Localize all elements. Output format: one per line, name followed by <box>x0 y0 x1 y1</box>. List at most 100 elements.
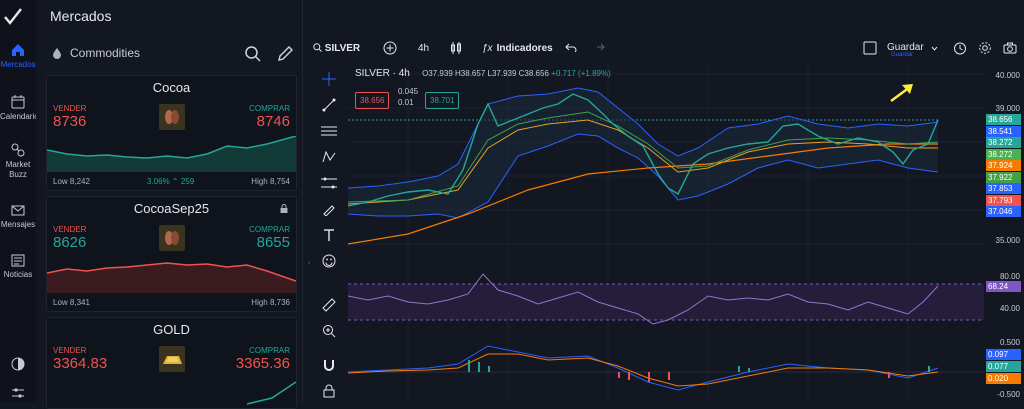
ruler-tool[interactable] <box>315 292 343 318</box>
crosshair-icon <box>322 72 336 86</box>
price-axis[interactable]: 40.000 39.000 35.000 38.656 38.541 38.272 3… <box>984 64 1024 402</box>
buy-price-button[interactable]: 38.701 <box>425 92 460 109</box>
price-tag: 37.853 <box>986 183 1021 194</box>
panel-title: Mercados <box>50 8 112 24</box>
cocoa-bean-icon <box>159 225 185 251</box>
low-value: L37.939 <box>487 69 517 78</box>
card-name: GOLD <box>153 322 190 337</box>
sparkline <box>47 262 296 293</box>
sell-button[interactable]: 8736 <box>53 113 86 130</box>
tick-label: 40.000 <box>995 71 1020 80</box>
price-tag: 38.272 <box>986 148 1021 160</box>
search-icon[interactable] <box>244 45 262 63</box>
gear-icon[interactable] <box>978 41 992 55</box>
sell-label: VENDER <box>53 225 87 234</box>
sidebar-item-mercados[interactable]: Mercados <box>0 42 36 70</box>
buy-button[interactable]: 3365.36 <box>236 355 290 372</box>
edit-icon[interactable] <box>276 45 294 63</box>
indicators-label: Indicadores <box>496 43 553 54</box>
chart-toolbar: SILVER 4h ƒx Indicadores Guardar Guardar <box>303 38 1024 62</box>
rsi-tick: 40.00 <box>999 304 1020 313</box>
buy-button[interactable]: 8746 <box>257 113 290 130</box>
fx-icon: ƒx <box>482 43 493 54</box>
drawing-toolbar <box>315 66 343 404</box>
buy-button[interactable]: 8655 <box>257 234 290 251</box>
sell-button[interactable]: 3364.83 <box>53 355 107 372</box>
collapse-toolbar-icon[interactable]: ‹ <box>308 258 311 267</box>
cocoa-bean-icon <box>159 104 185 130</box>
mail-icon <box>11 205 25 216</box>
horizontal-lines-tool[interactable] <box>315 118 343 144</box>
search-icon <box>313 43 322 52</box>
tick-label: 39.000 <box>995 104 1020 113</box>
emoji-tool[interactable] <box>315 248 343 274</box>
crosshair-tool[interactable] <box>315 66 343 92</box>
chart-title: SILVER · 4h <box>355 68 410 79</box>
sidebar-item-label: Calendario <box>0 112 39 121</box>
rsi-tick: 80.00 <box>999 272 1020 281</box>
gold-bar-icon <box>159 346 185 372</box>
candle-type-icon[interactable] <box>450 41 462 55</box>
text-tool[interactable] <box>315 222 343 248</box>
brush-tool[interactable] <box>315 196 343 222</box>
magnet-icon <box>324 360 334 371</box>
market-card-cocoasep25[interactable]: CocoaSep25 VENDER COMPRAR 8626 8655 Low … <box>46 196 297 312</box>
settings-sliders[interactable] <box>0 386 36 405</box>
layout-icon[interactable] <box>863 41 877 55</box>
chevron-down-icon[interactable] <box>931 46 938 51</box>
spread-info: 0.045 0.01 <box>398 86 418 108</box>
category-selector[interactable]: Commodities <box>52 46 140 60</box>
add-symbol-icon[interactable] <box>383 41 397 55</box>
sidebar-item-market-buzz[interactable]: Market Buzz <box>0 142 36 180</box>
indicators-button[interactable]: ƒx Indicadores <box>482 43 553 54</box>
price-tag: 38.656 <box>986 114 1021 125</box>
contrast-icon <box>11 357 25 371</box>
trendline-tool[interactable] <box>315 92 343 118</box>
sell-button[interactable]: 8626 <box>53 234 86 251</box>
pattern-tool[interactable] <box>315 144 343 170</box>
sidebar-item-calendario[interactable]: Calendario <box>0 94 39 122</box>
calendar-icon <box>11 95 25 109</box>
buy-label: COMPRAR <box>249 225 290 234</box>
change-value: 3.06% ⌃ 259 <box>147 177 195 186</box>
symbol-search[interactable]: SILVER <box>313 43 360 54</box>
magnet-tool[interactable] <box>315 352 343 378</box>
lock-tool[interactable] <box>315 378 343 404</box>
lock-icon <box>280 204 288 213</box>
tick-label: 35.000 <box>995 236 1020 245</box>
arrow-up-right-icon <box>890 84 913 103</box>
sidebar-item-label: Mercados <box>0 60 36 69</box>
macd-tick: 0.500 <box>999 338 1020 347</box>
pattern-icon <box>322 150 336 163</box>
price-tag: 38.272 <box>986 137 1021 148</box>
camera-icon[interactable] <box>1003 41 1017 55</box>
theme-toggle[interactable] <box>0 356 36 377</box>
measure-tool[interactable] <box>315 170 343 196</box>
zoom-tool[interactable] <box>315 318 343 344</box>
macd-value-tag: 0.077 <box>986 361 1021 372</box>
rsi-value-tag: 68.24 <box>986 281 1021 292</box>
sell-price-button[interactable]: 38.656 <box>355 92 390 109</box>
sidebar-item-mensajes[interactable]: Mensajes <box>0 202 36 230</box>
symbol-label: SILVER <box>324 43 361 54</box>
zoom-in-icon <box>323 325 336 338</box>
buy-label: COMPRAR <box>249 104 290 113</box>
price-chart[interactable] <box>348 64 984 402</box>
high-value: High 8,736 <box>251 298 290 307</box>
home-icon <box>12 44 24 56</box>
trendline-icon <box>322 98 336 112</box>
undo-icon[interactable] <box>565 42 577 52</box>
alert-clock-icon[interactable] <box>953 41 967 55</box>
change-value: +0.717 (+1.89%) <box>551 69 611 78</box>
ruler-icon <box>322 298 336 312</box>
sidebar-item-label: Noticias <box>3 270 33 279</box>
nav-rail: Mercados Calendario Market Buzz Mensajes… <box>0 0 39 405</box>
sidebar-item-noticias[interactable]: Noticias <box>0 252 36 280</box>
brand-logo <box>4 8 22 25</box>
market-card-gold[interactable]: GOLD VENDER COMPRAR 3364.83 3365.36 <box>46 317 297 409</box>
market-card-cocoa[interactable]: Cocoa VENDER COMPRAR 8736 8746 Low 8,242… <box>46 75 297 191</box>
interval-selector[interactable]: 4h <box>418 43 429 54</box>
spread-top: 0.045 <box>398 87 419 96</box>
buy-label: COMPRAR <box>249 346 290 355</box>
redo-icon[interactable] <box>593 42 605 52</box>
